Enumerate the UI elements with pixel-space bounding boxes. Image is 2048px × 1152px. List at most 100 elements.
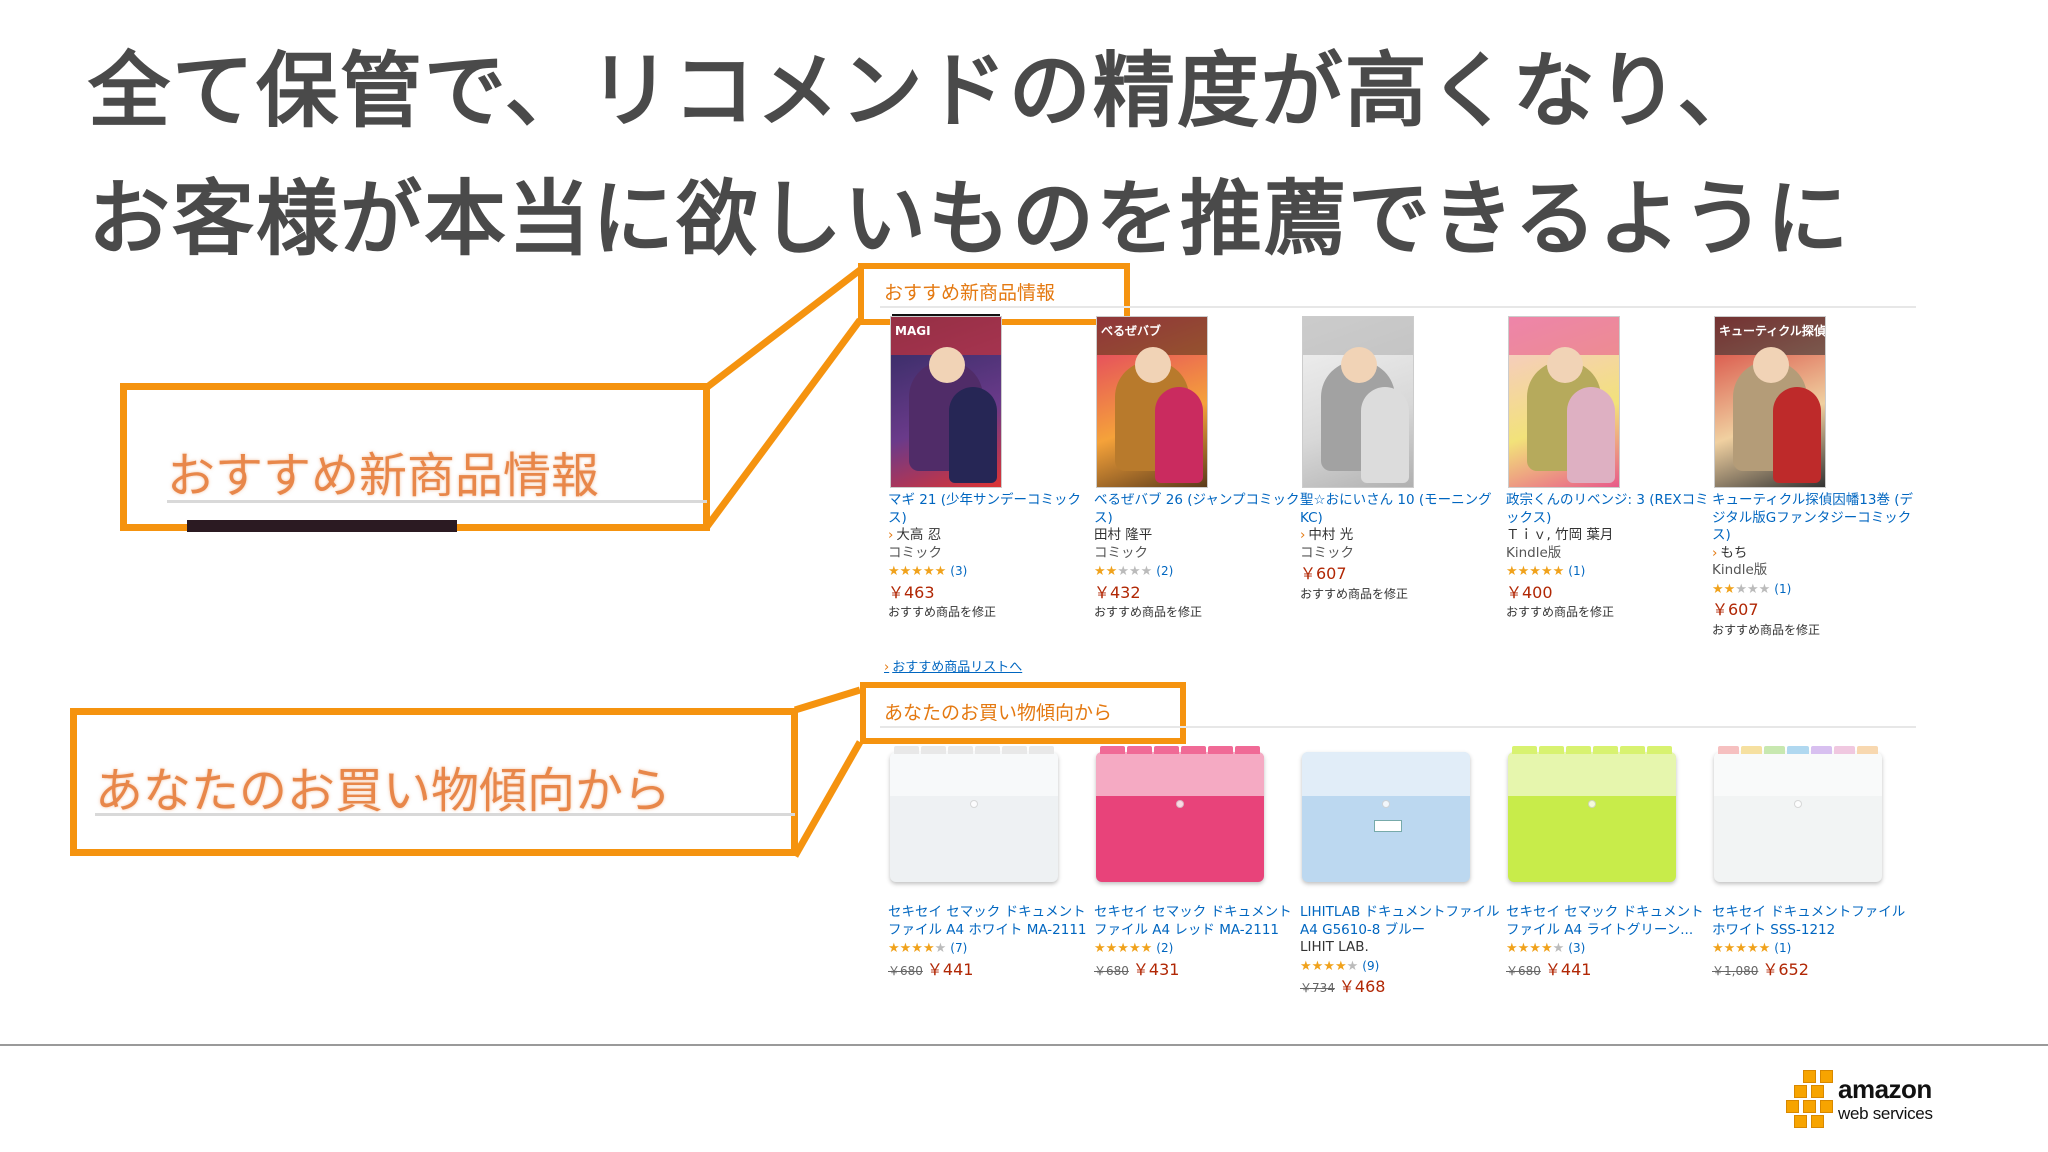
folder-flap bbox=[1508, 752, 1676, 796]
product-card[interactable]: セキセイ ドキュメントファイル ホワイト SSS-1212 ★★★★★ (1) ￥1,… bbox=[1712, 734, 1918, 998]
book-cover-image[interactable]: キューティクル探偵因幡 bbox=[1714, 316, 1826, 488]
fix-recommendation-link[interactable]: おすすめ商品を修正 bbox=[1712, 622, 1918, 640]
author-arrow-icon: › bbox=[1300, 527, 1306, 543]
cover-figure-2 bbox=[949, 387, 997, 483]
cover-title-text: MAGI bbox=[895, 324, 931, 338]
product-card[interactable]: セキセイ セマック ドキュメントファイル A4 ホワイト MA-2111 ★★★★… bbox=[888, 734, 1094, 998]
rating-row[interactable]: ★★★★★ (1) bbox=[1506, 563, 1712, 581]
rating-row[interactable]: ★★★★★ (7) bbox=[888, 940, 1094, 958]
book-cover-image[interactable]: べるぜバブ bbox=[1096, 316, 1208, 488]
callout-new-items-label: おすすめ新商品情報 bbox=[167, 448, 600, 504]
product-author: 田村 隆平 bbox=[1094, 527, 1300, 545]
product-title-link[interactable]: セキセイ ドキュメントファイル ホワイト SSS-1212 bbox=[1712, 904, 1918, 939]
star-rating-icon[interactable]: ★★★★★ bbox=[1506, 940, 1564, 958]
review-count-link[interactable]: (7) bbox=[950, 940, 967, 958]
product-title-link[interactable]: LIHITLAB ドキュメントファイル A4 G5610-8 ブルー bbox=[1300, 904, 1506, 939]
aws-logo-sub: web services bbox=[1838, 1104, 1933, 1123]
folder-button bbox=[1176, 800, 1184, 808]
product-price: ￥680 ￥441 bbox=[1506, 960, 1712, 981]
document-file-image[interactable] bbox=[1508, 746, 1676, 882]
star-rating-icon[interactable]: ★★★★★ bbox=[1712, 940, 1770, 958]
review-count-link[interactable]: (9) bbox=[1362, 958, 1379, 976]
review-count-link[interactable]: (1) bbox=[1774, 581, 1791, 599]
review-count-link[interactable]: (1) bbox=[1568, 563, 1585, 581]
review-count-link[interactable]: (3) bbox=[1568, 940, 1585, 958]
cover-title-text: べるぜバブ bbox=[1101, 324, 1162, 338]
section-trend-title: あなたのお買い物傾向から bbox=[884, 702, 1113, 724]
rating-row[interactable]: ★★★★★ (9) bbox=[1300, 958, 1506, 976]
book-cover-image[interactable]: MAGI bbox=[890, 316, 1002, 488]
product-card[interactable]: 聖☆おにいさん 10 (モーニングKC) › 中村 光コミック ￥607 おすすめ商品を… bbox=[1300, 316, 1506, 639]
rating-row[interactable]: ★★★★★ (1) bbox=[1712, 940, 1918, 958]
product-author: Ｔｉｖ, 竹岡 葉月 bbox=[1506, 527, 1712, 545]
star-rating-icon[interactable]: ★★★★★ bbox=[1094, 940, 1152, 958]
star-rating-icon[interactable]: ★★★★★ bbox=[888, 563, 946, 581]
product-title-link[interactable]: マギ 21 (少年サンデーコミックス) bbox=[888, 492, 1094, 527]
fix-recommendation-link[interactable]: おすすめ商品を修正 bbox=[1094, 604, 1300, 622]
list-price: ￥680 bbox=[888, 963, 923, 978]
cover-figure-2 bbox=[1773, 387, 1821, 483]
section-trend-rule bbox=[880, 726, 1916, 728]
product-title-link[interactable]: べるぜバブ 26 (ジャンプコミックス) bbox=[1094, 492, 1300, 527]
fix-recommendation-link[interactable]: おすすめ商品を修正 bbox=[1300, 586, 1506, 604]
product-title-link[interactable]: 聖☆おにいさん 10 (モーニングKC) bbox=[1300, 492, 1506, 527]
review-count-link[interactable]: (1) bbox=[1774, 940, 1791, 958]
rating-row[interactable]: ★★★★★ (2) bbox=[1094, 940, 1300, 958]
aws-cubes-icon bbox=[1786, 1068, 1836, 1128]
star-rating-icon[interactable]: ★★★★★ bbox=[888, 940, 946, 958]
product-price: ￥680 ￥431 bbox=[1094, 960, 1300, 981]
fix-recommendation-link[interactable]: おすすめ商品を修正 bbox=[1506, 604, 1712, 622]
footer-rule bbox=[0, 1044, 2048, 1046]
section-trend-products: セキセイ セマック ドキュメントファイル A4 ホワイト MA-2111 ★★★★… bbox=[888, 734, 1918, 998]
document-file-image[interactable] bbox=[1302, 752, 1470, 882]
book-cover-image[interactable] bbox=[1302, 316, 1414, 488]
cover-figure-head bbox=[1135, 347, 1171, 383]
review-count-link[interactable]: (3) bbox=[950, 563, 967, 581]
cover-figure-2 bbox=[1361, 387, 1409, 483]
product-card[interactable]: セキセイ セマック ドキュメントファイル A4 ライトグリーン... ★★★★★(… bbox=[1506, 734, 1712, 998]
folder-label bbox=[1374, 820, 1402, 832]
folder-index-tabs bbox=[894, 746, 1054, 754]
callout-shopping-trend-rule bbox=[95, 813, 795, 816]
product-card[interactable]: LIHITLAB ドキュメントファイル A4 G5610-8 ブルー LIHIT … bbox=[1300, 734, 1506, 998]
star-rating-icon[interactable]: ★★★★★ bbox=[1506, 563, 1564, 581]
product-card[interactable]: 政宗くんのリベンジ: 3 (REXコミックス) Ｔｉｖ, 竹岡 葉月 Kindle版… bbox=[1506, 316, 1712, 639]
product-title-link[interactable]: セキセイ セマック ドキュメントファイル A4 ライトグリーン... bbox=[1506, 904, 1712, 939]
fix-recommendation-link[interactable]: おすすめ商品を修正 bbox=[888, 604, 1094, 622]
cover-figure-head bbox=[1547, 347, 1583, 383]
product-title-link[interactable]: キューティクル探偵因幡13巻 (デジタル版Gファンタジーコミックス) bbox=[1712, 492, 1918, 545]
review-count-link[interactable]: (2) bbox=[1156, 940, 1173, 958]
star-rating-icon[interactable]: ★★★★★ bbox=[1300, 958, 1358, 976]
product-format: Kindle版 bbox=[1506, 544, 1562, 561]
product-price: ￥734 ￥468 bbox=[1300, 978, 1506, 998]
product-author[interactable]: › もち bbox=[1712, 545, 1918, 563]
rating-row[interactable]: ★★★★★ (3) bbox=[1506, 940, 1712, 958]
book-cover-image[interactable] bbox=[1508, 316, 1620, 488]
slide-title-line-1: 全て保管で、リコメンドの精度が高くなり、 bbox=[88, 44, 1762, 139]
rating-row[interactable]: ★★★★★ (3) bbox=[888, 563, 1094, 581]
cover-title-text: キューティクル探偵因幡 bbox=[1719, 324, 1826, 338]
slide-title: 全て保管で、リコメンドの精度が高くなり、 お客様が本当に欲しいものを推薦できるよ… bbox=[88, 28, 1888, 284]
product-title-link[interactable]: セキセイ セマック ドキュメントファイル A4 レッド MA-2111 bbox=[1094, 904, 1300, 939]
product-author[interactable]: › 中村 光 bbox=[1300, 527, 1506, 545]
product-card[interactable]: べるぜバブ べるぜバブ 26 (ジャンプコミックス) 田村 隆平 コミック ★★★★★(… bbox=[1094, 316, 1300, 639]
product-card[interactable]: MAGI マギ 21 (少年サンデーコミックス) › 大高 忍コミック ★★★★★ (3)… bbox=[888, 316, 1094, 639]
product-card[interactable]: セキセイ セマック ドキュメントファイル A4 レッド MA-2111 ★★★★★… bbox=[1094, 734, 1300, 998]
folder-flap bbox=[1302, 752, 1470, 796]
review-count-link[interactable]: (2) bbox=[1156, 563, 1173, 581]
star-rating-icon[interactable]: ★★★★★ bbox=[1094, 563, 1152, 581]
product-title-link[interactable]: セキセイ セマック ドキュメントファイル A4 ホワイト MA-2111 bbox=[888, 904, 1094, 939]
star-rating-icon[interactable]: ★★★★★ bbox=[1712, 581, 1770, 599]
product-author[interactable]: › 大高 忍 bbox=[888, 527, 1094, 545]
document-file-image[interactable] bbox=[1714, 746, 1882, 882]
document-file-image[interactable] bbox=[890, 746, 1058, 882]
callout-new-items-underline bbox=[187, 520, 457, 532]
product-title-link[interactable]: 政宗くんのリベンジ: 3 (REXコミックス) bbox=[1506, 492, 1712, 527]
document-file-image[interactable] bbox=[1096, 746, 1264, 882]
product-card[interactable]: キューティクル探偵因幡キューティクル探偵因幡13巻 (デジタル版Gファンタジーコ… bbox=[1712, 316, 1918, 639]
product-price: ￥1,080 ￥652 bbox=[1712, 960, 1918, 981]
folder-button bbox=[970, 800, 978, 808]
see-recommendation-list-link[interactable]: › おすすめ商品リストへ bbox=[884, 656, 1022, 675]
rating-row[interactable]: ★★★★★ (1) bbox=[1712, 581, 1918, 599]
rating-row[interactable]: ★★★★★ (2) bbox=[1094, 563, 1300, 581]
